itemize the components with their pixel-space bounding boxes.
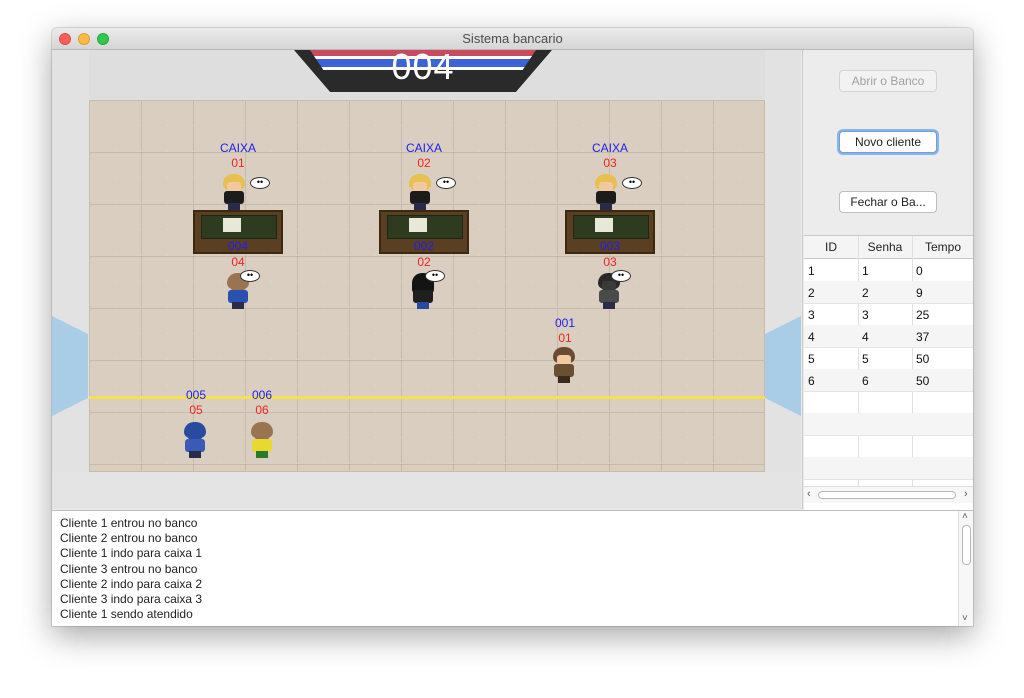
cell-id: 5: [808, 352, 815, 366]
cell-id: 3: [808, 308, 815, 322]
teller-2-label: CAIXA: [405, 141, 442, 155]
client-005-id: 005: [185, 388, 207, 402]
client-003-speech-bubble: ••: [611, 270, 631, 282]
cell-senha: 6: [862, 374, 869, 388]
client-004-number: 04: [231, 255, 245, 269]
client-005-number: 05: [189, 403, 203, 417]
log-scroll-thumb[interactable]: [962, 525, 971, 565]
column-header-id[interactable]: ID: [804, 240, 858, 254]
log-line: Cliente 2 indo para caixa 2: [60, 577, 203, 591]
open-bank-button[interactable]: Abrir o Banco: [839, 70, 937, 92]
cell-senha: 3: [862, 308, 869, 322]
table-row[interactable]: 3 3 25: [804, 303, 973, 326]
log-line: Cliente 3 entrou no banco: [60, 562, 198, 576]
column-header-tempo[interactable]: Tempo: [912, 240, 973, 254]
client-001-id: 001: [554, 316, 576, 330]
cell-id: 6: [808, 374, 815, 388]
client-004-id: 004: [227, 239, 249, 253]
scroll-up-icon[interactable]: ˄: [962, 511, 968, 522]
client-004-speech-bubble: ••: [240, 270, 260, 282]
client-002-id: 002: [413, 239, 435, 253]
client-002-number: 02: [417, 255, 431, 269]
log-line: Cliente 1 indo para caixa 1: [60, 546, 203, 560]
left-wall: [52, 50, 89, 509]
table-row[interactable]: 2 2 9: [804, 281, 973, 304]
cell-tempo: 0: [916, 264, 923, 278]
client-001-sprite: [550, 347, 578, 383]
client-003-id: 003: [599, 239, 621, 253]
teller-1-number: 01: [231, 156, 245, 170]
client-001-number: 01: [558, 331, 572, 345]
client-006-number: 06: [255, 403, 269, 417]
teller-1-speech-bubble: ••: [250, 177, 270, 189]
bank-scene: 004 CAIXA 01 •• CAIXA 02 •• CAIXA 03 •• …: [52, 50, 801, 509]
log-vertical-scrollbar[interactable]: ˄ ˅: [958, 511, 973, 626]
log-line: Cliente 2 entrou no banco: [60, 531, 198, 545]
new-client-button[interactable]: Novo cliente: [839, 131, 937, 153]
cell-tempo: 37: [916, 330, 930, 344]
client-006-id: 006: [251, 388, 273, 402]
teller-3-number: 03: [603, 156, 617, 170]
table-row-empty: [804, 457, 973, 480]
client-005-sprite: [181, 422, 209, 458]
client-002-speech-bubble: ••: [425, 270, 445, 282]
front-wall: [52, 472, 801, 509]
client-003-number: 03: [603, 255, 617, 269]
cell-senha: 5: [862, 352, 869, 366]
close-bank-button[interactable]: Fechar o Ba...: [839, 191, 937, 213]
table-row-empty: [804, 391, 973, 414]
table-row[interactable]: 6 6 50: [804, 369, 973, 392]
right-wall: [765, 50, 801, 509]
cell-senha: 1: [862, 264, 869, 278]
teller-2-sprite: [406, 174, 434, 210]
log-line: Cliente 1 entrou no banco: [60, 516, 198, 530]
table-row-empty: [804, 435, 973, 458]
cell-senha: 2: [862, 286, 869, 300]
clients-table: ID Senha Tempo 1 1 0 2 2 9 3 3 25 4 4 37…: [804, 235, 973, 512]
control-panel: Abrir o Banco Novo cliente Fechar o Ba..…: [802, 50, 973, 512]
log-line: Cliente 1 sendo atendido: [60, 607, 193, 621]
ticket-display-number: 004: [391, 50, 455, 87]
log-line: Cliente 3 indo para caixa 3: [60, 592, 203, 606]
cell-tempo: 25: [916, 308, 930, 322]
cell-id: 1: [808, 264, 815, 278]
teller-2-number: 02: [417, 156, 431, 170]
cell-senha: 4: [862, 330, 869, 344]
column-header-senha[interactable]: Senha: [858, 240, 912, 254]
table-row[interactable]: 1 1 0: [804, 259, 973, 282]
scroll-down-icon[interactable]: ˅: [962, 613, 968, 624]
scroll-left-icon[interactable]: ‹: [807, 488, 811, 500]
teller-1-sprite: [220, 174, 248, 210]
table-horizontal-scrollbar[interactable]: ‹ ›: [804, 486, 973, 503]
table-header: ID Senha Tempo: [804, 236, 973, 259]
table-row[interactable]: 5 5 50: [804, 347, 973, 370]
cell-id: 4: [808, 330, 815, 344]
client-006-sprite: [248, 422, 276, 458]
window-title: Sistema bancario: [462, 31, 563, 46]
cell-tempo: 9: [916, 286, 923, 300]
app-window: Sistema bancario 004 CAIXA 01 •• CAIXA 0…: [52, 28, 973, 626]
teller-2-speech-bubble: ••: [436, 177, 456, 189]
scroll-right-icon[interactable]: ›: [964, 488, 968, 500]
cell-tempo: 50: [916, 374, 930, 388]
cell-tempo: 50: [916, 352, 930, 366]
cell-id: 2: [808, 286, 815, 300]
teller-3-speech-bubble: ••: [622, 177, 642, 189]
table-row-empty: [804, 413, 973, 436]
event-log[interactable]: Cliente 1 entrou no banco Cliente 2 entr…: [52, 510, 973, 626]
teller-3-sprite: [592, 174, 620, 210]
title-bar: Sistema bancario: [52, 28, 973, 50]
table-row[interactable]: 4 4 37: [804, 325, 973, 348]
teller-3-label: CAIXA: [591, 141, 628, 155]
teller-1-label: CAIXA: [219, 141, 256, 155]
table-scroll-thumb[interactable]: [818, 491, 956, 499]
